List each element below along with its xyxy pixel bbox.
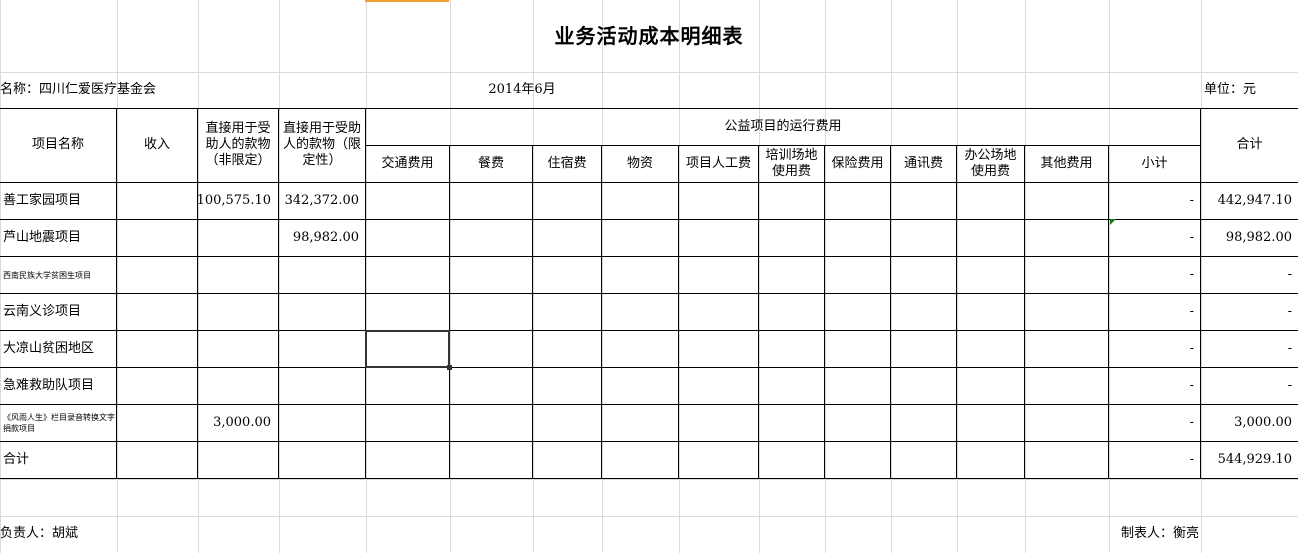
header-income[interactable]: 收入 [117,108,197,182]
row-project-name[interactable]: 合计 [0,442,116,478]
grid-column-line [1025,0,1026,553]
responsible-person[interactable]: 负责人：胡斌 [0,516,200,552]
subheader-3[interactable]: 住宿费 [533,146,601,182]
row-direct-restricted[interactable]: 342,372.00 [279,183,365,219]
row-subtotal[interactable]: - [1109,405,1200,441]
subheader-2[interactable]: 餐费 [450,146,532,182]
row-direct-unrestricted[interactable] [198,294,277,330]
row-direct-unrestricted[interactable] [198,442,277,478]
header-operating-costs[interactable]: 公益项目的运行费用 [366,108,1200,145]
table-border-line [532,145,533,479]
table-border-line [678,145,679,479]
table-border-line [449,145,450,479]
row-total[interactable]: - [1201,257,1298,293]
table-border-line [824,145,825,479]
row-subtotal[interactable]: - [1109,442,1200,478]
row-total[interactable]: - [1201,294,1298,330]
table-border-line [890,145,891,479]
unit-label[interactable]: 单位：元 [1201,72,1298,107]
row-direct-restricted[interactable] [279,405,365,441]
selected-cell[interactable] [365,330,450,368]
row-direct-restricted[interactable] [279,368,365,404]
header-total[interactable]: 合计 [1201,108,1298,182]
grid-column-line [679,0,680,553]
table-border-line [0,367,1298,368]
subheader-9[interactable]: 办公场地使用费 [957,146,1024,182]
comment-marker-icon [1110,219,1116,225]
header-project-name[interactable]: 项目名称 [0,108,116,182]
subheader-6[interactable]: 培训场地使用费 [759,146,824,182]
subheader-8[interactable]: 通讯费 [891,146,956,182]
row-total[interactable]: - [1201,331,1298,367]
row-direct-unrestricted[interactable]: 3,000.00 [198,405,277,441]
table-border-line [1024,145,1025,479]
row-subtotal[interactable]: - [1109,294,1200,330]
row-total[interactable]: 3,000.00 [1201,405,1298,441]
row-direct-restricted[interactable] [279,294,365,330]
grid-row-line [0,479,1298,480]
subheader-7[interactable]: 保险费用 [825,146,890,182]
header-direct-unrestricted[interactable]: 直接用于受助人的款物（非限定） [198,108,278,182]
sheet-title[interactable]: 业务活动成本明细表 [0,0,1298,72]
prepared-by[interactable]: 制表人：衡亮 [1118,516,1298,552]
row-subtotal[interactable]: - [1109,368,1200,404]
row-direct-unrestricted[interactable] [198,368,277,404]
row-subtotal[interactable]: - [1109,183,1200,219]
subheader-10[interactable]: 其他费用 [1025,146,1108,182]
row-direct-restricted[interactable] [279,331,365,367]
grid-column-line [825,0,826,553]
row-subtotal[interactable]: - [1109,257,1200,293]
row-project-name[interactable]: 西南民族大学贫困生项目 [0,257,116,293]
row-project-name[interactable]: 善工家园项目 [0,183,116,219]
row-direct-restricted[interactable] [279,442,365,478]
subheader-11[interactable]: 小计 [1109,146,1200,182]
table-border-line [0,478,1298,479]
row-project-name[interactable]: 芦山地震项目 [0,220,116,256]
grid-column-line [759,0,760,553]
table-border-line [0,330,1298,331]
row-project-name[interactable]: 大凉山贫困地区 [0,331,116,367]
table-border-line [0,404,1298,405]
row-direct-restricted[interactable]: 98,982.00 [279,220,365,256]
organization-name[interactable]: 名称：四川仁爱医疗基金会 [0,72,280,107]
row-subtotal[interactable]: - [1109,331,1200,367]
table-border-line [601,145,602,479]
subheader-4[interactable]: 物资 [602,146,678,182]
row-project-name[interactable]: 急难救助队项目 [0,368,116,404]
table-border-line [0,182,1298,183]
table-border-line [0,441,1298,442]
row-subtotal[interactable]: - [1109,220,1200,256]
grid-column-line [891,0,892,553]
fill-handle[interactable] [447,365,452,370]
row-total[interactable]: 544,929.10 [1201,442,1298,478]
spreadsheet: 业务活动成本明细表 名称：四川仁爱医疗基金会 2014年6月 单位：元 项目名称… [0,0,1298,553]
row-project-name[interactable]: 《风雨人生》栏目录音转换文字捐款项目 [0,405,116,441]
subheader-1[interactable]: 交通费用 [366,146,449,182]
table-border-line [956,145,957,479]
row-direct-unrestricted[interactable] [198,331,277,367]
row-project-name[interactable]: 云南义诊项目 [0,294,116,330]
row-total[interactable]: 98,982.00 [1201,220,1298,256]
row-direct-unrestricted[interactable] [198,257,277,293]
grid-column-line [957,0,958,553]
report-period[interactable]: 2014年6月 [366,72,678,107]
row-total[interactable]: 442,947.10 [1201,183,1298,219]
row-direct-unrestricted[interactable] [198,220,277,256]
row-total[interactable]: - [1201,368,1298,404]
header-direct-restricted[interactable]: 直接用于受助人的款物（限定性） [279,108,365,182]
table-border-line [0,256,1298,257]
subheader-5[interactable]: 项目人工费 [679,146,758,182]
table-border-line [0,293,1298,294]
table-border-line [758,145,759,479]
row-direct-restricted[interactable] [279,257,365,293]
row-direct-unrestricted[interactable]: 100,575.10 [197,183,277,219]
table-border-line [0,219,1298,220]
